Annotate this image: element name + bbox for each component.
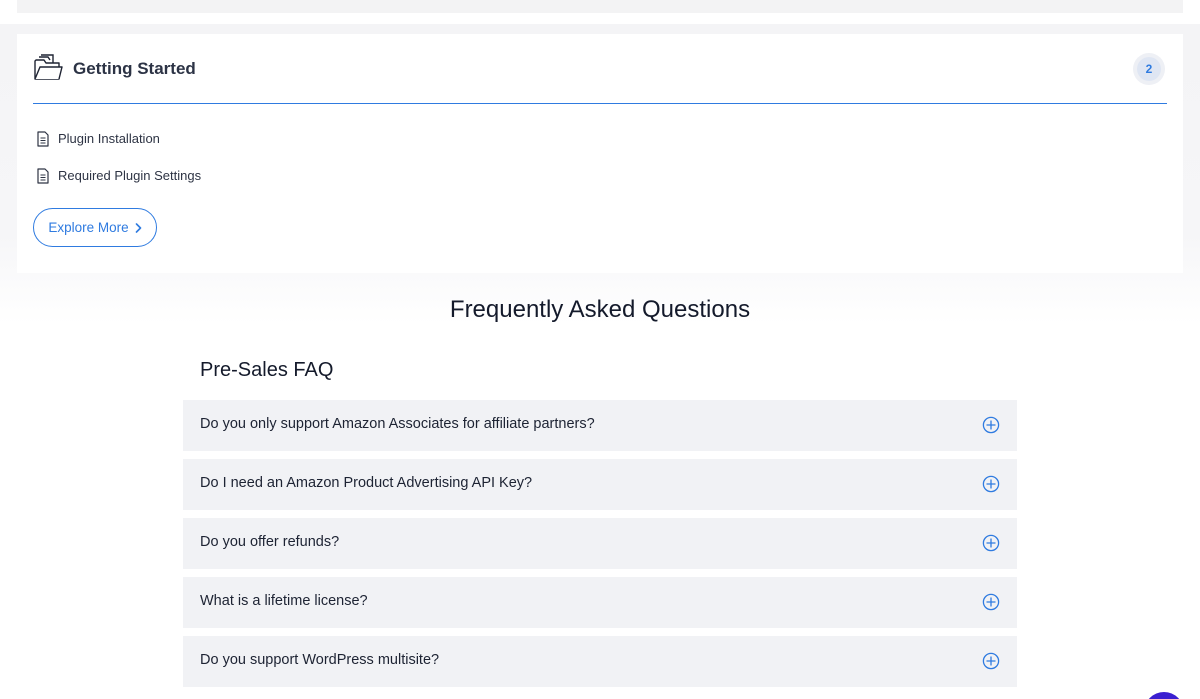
faq-subtitle: Pre-Sales FAQ (200, 359, 334, 381)
faq-item[interactable]: Do I need an Amazon Product Advertising … (183, 459, 1017, 510)
faq-item[interactable]: Do you offer refunds? (183, 518, 1017, 569)
faq-question: Do you offer refunds? (200, 534, 340, 550)
plus-circle-icon[interactable] (982, 475, 1000, 493)
chat-bubble-icon[interactable] (1144, 692, 1184, 699)
explore-more-label: Explore More (48, 220, 129, 235)
article-label: Required Plugin Settings (58, 168, 202, 183)
article-label: Plugin Installation (58, 131, 160, 146)
document-icon (37, 168, 49, 184)
plus-circle-icon[interactable] (982, 534, 1000, 552)
plus-circle-icon[interactable] (982, 652, 1000, 670)
article-link-required-plugin-settings[interactable]: Required Plugin Settings (37, 166, 201, 203)
explore-more-button[interactable]: Explore More (33, 208, 157, 247)
faq-question: Do I need an Amazon Product Advertising … (200, 475, 533, 491)
getting-started-card: Getting Started 2 Plugin Installation Re… (17, 34, 1183, 273)
article-count-badge: 2 (1133, 53, 1165, 85)
faq-question: What is a lifetime license? (200, 593, 368, 609)
card-title: Getting Started (73, 59, 196, 78)
faq-list: Do you only support Amazon Associates fo… (183, 400, 1017, 695)
faq-question: Do you support WordPress multisite? (200, 652, 440, 668)
card-header[interactable]: Getting Started 2 (33, 34, 1167, 104)
plus-circle-icon[interactable] (982, 593, 1000, 611)
plus-circle-icon[interactable] (982, 416, 1000, 434)
document-icon (37, 131, 49, 147)
chevron-right-icon (135, 222, 141, 233)
faq-title: Frequently Asked Questions (449, 296, 751, 323)
article-count: 2 (1137, 57, 1161, 81)
previous-card-bottom (17, 0, 1183, 13)
article-list: Plugin Installation Required Plugin Sett… (37, 129, 201, 203)
article-link-plugin-installation[interactable]: Plugin Installation (37, 129, 201, 166)
faq-question: Do you only support Amazon Associates fo… (200, 416, 595, 432)
faq-item[interactable]: What is a lifetime license? (183, 577, 1017, 628)
faq-item[interactable]: Do you support WordPress multisite? (183, 636, 1017, 687)
page: Getting Started 2 Plugin Installation Re… (0, 0, 1200, 699)
faq-item[interactable]: Do you only support Amazon Associates fo… (183, 400, 1017, 451)
folder-icon (34, 54, 63, 80)
